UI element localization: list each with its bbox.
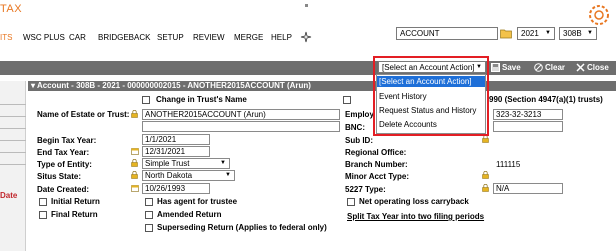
sub-id-label: Sub ID: bbox=[345, 136, 373, 145]
section-4947-checkbox[interactable] bbox=[343, 96, 351, 104]
lock-icon bbox=[131, 110, 138, 118]
menu-item-car[interactable]: CAR bbox=[69, 33, 86, 42]
begin-tax-year-input[interactable]: 1/1/2021 bbox=[142, 134, 210, 145]
employer-id-input[interactable]: 323-32-3213 bbox=[493, 109, 563, 120]
left-nav-divider bbox=[0, 140, 26, 141]
return-code-select[interactable]: 308B ▼ bbox=[559, 27, 597, 40]
lock-icon bbox=[131, 159, 138, 167]
branch-number-value: 111115 bbox=[496, 160, 521, 169]
agent-for-trustee-label: Has agent for trustee bbox=[157, 197, 238, 206]
final-return-label: Final Return bbox=[51, 210, 98, 219]
chevron-down-icon: ▼ bbox=[587, 30, 593, 36]
left-nav-panel bbox=[0, 81, 26, 251]
initial-return-checkbox[interactable] bbox=[39, 198, 47, 206]
entity-type-label: Type of Entity: bbox=[37, 160, 92, 169]
superseding-return-label: Superseding Return (Applies to federal o… bbox=[157, 223, 327, 232]
date-created-label: Date Created: bbox=[37, 185, 90, 194]
situs-state-value: North Dakota bbox=[145, 171, 193, 180]
calendar-lock-icon[interactable] bbox=[131, 147, 139, 155]
lock-icon bbox=[131, 171, 138, 179]
branch-number-label: Branch Number: bbox=[345, 160, 408, 169]
left-nav-divider bbox=[0, 128, 26, 129]
close-button[interactable]: Close bbox=[587, 63, 609, 72]
change-trust-name-label: Change in Trust's Name bbox=[156, 95, 247, 104]
employer-id-label: Employ bbox=[345, 110, 374, 119]
situs-state-label: Situs State: bbox=[37, 172, 82, 181]
menu-item-help[interactable]: HELP bbox=[271, 33, 292, 42]
account-section-header[interactable]: ▾ Account - 308B - 2021 - 000000002015 -… bbox=[28, 81, 616, 91]
nol-carryback-label: Net operating loss carryback bbox=[359, 197, 469, 206]
type-5227-input[interactable]: N/A bbox=[493, 183, 563, 194]
save-button[interactable]: Save bbox=[502, 63, 521, 72]
date-created-input[interactable]: 10/26/1993 bbox=[142, 183, 210, 194]
code-select-value: 308B bbox=[563, 29, 582, 38]
regional-office-label: Regional Office: bbox=[345, 148, 407, 157]
begin-tax-year-label: Begin Tax Year: bbox=[37, 136, 97, 145]
window-handle-dot bbox=[305, 4, 308, 7]
end-tax-year-input[interactable]: 12/31/2021 bbox=[142, 146, 210, 157]
lock-icon bbox=[482, 184, 489, 192]
estate-name-label: Name of Estate or Trust: bbox=[37, 110, 130, 119]
split-tax-year-link[interactable]: Split Tax Year into two filing periods bbox=[347, 212, 484, 221]
menu-item-merge[interactable]: MERGE bbox=[234, 33, 263, 42]
change-trust-name-checkbox[interactable] bbox=[142, 96, 150, 104]
sparkle-icon[interactable] bbox=[300, 31, 312, 43]
account-search-input[interactable]: ACCOUNT bbox=[396, 27, 498, 40]
left-nav-divider bbox=[0, 152, 26, 153]
estate-name-line2-input[interactable] bbox=[142, 121, 340, 132]
chevron-down-icon: ▼ bbox=[545, 30, 551, 36]
folder-icon[interactable] bbox=[500, 28, 512, 39]
menu-item-its[interactable]: ITS bbox=[0, 33, 12, 42]
close-icon bbox=[576, 63, 585, 72]
year-select[interactable]: 2021 ▼ bbox=[517, 27, 555, 40]
entity-type-value: Simple Trust bbox=[145, 159, 190, 168]
chevron-down-icon: ▼ bbox=[220, 160, 226, 166]
menu-item-bridgeback[interactable]: BRIDGEBACK bbox=[98, 33, 150, 42]
amended-return-checkbox[interactable] bbox=[145, 211, 153, 219]
section-4947-label: 990 (Section 4947(a)(1) trusts) bbox=[489, 95, 603, 104]
type-5227-label: 5227 Type: bbox=[345, 185, 386, 194]
bnc-input[interactable] bbox=[493, 121, 563, 132]
final-return-checkbox[interactable] bbox=[39, 211, 47, 219]
left-nav-date-label[interactable]: Date bbox=[0, 191, 17, 200]
bnc-label: BNC: bbox=[345, 123, 365, 132]
menu-item-wsc-plus[interactable]: WSC PLUS bbox=[23, 33, 65, 42]
app-logo: TAX bbox=[0, 3, 23, 15]
amended-return-label: Amended Return bbox=[157, 210, 222, 219]
minor-acct-type-label: Minor Acct Type: bbox=[345, 172, 410, 181]
clear-icon bbox=[534, 63, 543, 72]
situs-state-select[interactable]: North Dakota ▼ bbox=[142, 170, 235, 181]
lock-icon bbox=[482, 171, 489, 179]
clear-button[interactable]: Clear bbox=[545, 63, 565, 72]
estate-name-input[interactable]: ANOTHER2015ACCOUNT (Arun) bbox=[142, 109, 340, 120]
entity-type-select[interactable]: Simple Trust ▼ bbox=[142, 158, 230, 169]
brand-gear-icon bbox=[589, 5, 609, 25]
account-section-title: Account - 308B - 2021 - 000000002015 - A… bbox=[36, 81, 311, 90]
lock-icon bbox=[482, 135, 489, 143]
menu-item-setup[interactable]: SETUP bbox=[157, 33, 184, 42]
left-nav-divider bbox=[0, 164, 26, 165]
left-nav-divider bbox=[0, 104, 26, 105]
chevron-down-icon: ▼ bbox=[225, 172, 231, 178]
highlight-box bbox=[373, 56, 489, 136]
action-toolbar bbox=[0, 61, 616, 75]
year-select-value: 2021 bbox=[521, 29, 539, 38]
calendar-lock-icon[interactable] bbox=[131, 184, 139, 192]
save-icon bbox=[491, 63, 500, 72]
nol-carryback-checkbox[interactable] bbox=[347, 198, 355, 206]
left-nav-divider bbox=[0, 116, 26, 117]
initial-return-label: Initial Return bbox=[51, 197, 100, 206]
agent-for-trustee-checkbox[interactable] bbox=[145, 198, 153, 206]
menu-item-review[interactable]: REVIEW bbox=[193, 33, 225, 42]
end-tax-year-label: End Tax Year: bbox=[37, 148, 90, 157]
superseding-return-checkbox[interactable] bbox=[145, 224, 153, 232]
